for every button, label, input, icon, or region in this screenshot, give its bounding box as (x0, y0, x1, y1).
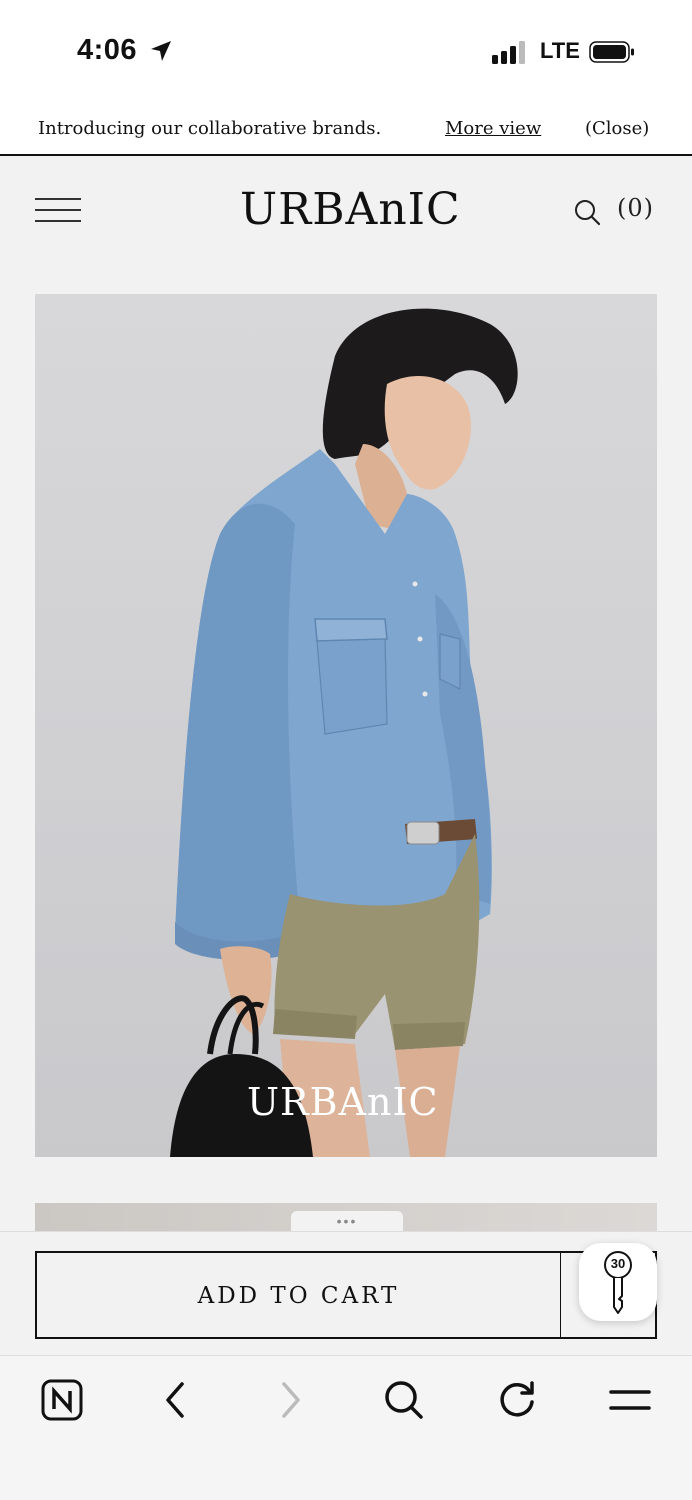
status-time: 4:06 (77, 34, 138, 66)
search-icon[interactable] (382, 1378, 426, 1422)
site-header: URBAnIC (0) (0, 156, 692, 266)
signal-icon (492, 40, 528, 64)
back-icon[interactable] (154, 1378, 198, 1422)
announcement-bar: Introducing our collaborative brands. Mo… (0, 100, 692, 156)
hero-illustration (170, 308, 518, 1157)
hero-product-image[interactable]: URBAnIC (35, 294, 657, 1157)
hero-brand-overlay: URBAnIC (247, 1080, 439, 1124)
drawer-handle-dots: ••• (336, 1213, 358, 1229)
coupon-key-badge[interactable]: 30 (579, 1243, 657, 1321)
cart-count[interactable]: (0) (617, 194, 654, 222)
status-bar: 4:06 LTE (0, 0, 692, 100)
search-icon[interactable] (573, 198, 601, 226)
refresh-icon[interactable] (496, 1378, 540, 1422)
naver-icon[interactable] (40, 1378, 84, 1422)
menu-icon[interactable] (608, 1378, 652, 1422)
browser-toolbar (0, 1355, 692, 1500)
forward-icon[interactable] (268, 1378, 312, 1422)
add-to-cart-label: ADD TO CART (197, 1283, 400, 1309)
key-icon (604, 1251, 632, 1314)
more-view-link[interactable]: More view (445, 118, 541, 139)
brand-logo[interactable]: URBAnIC (240, 184, 461, 235)
hamburger-menu-icon[interactable] (35, 196, 81, 224)
network-label: LTE (540, 38, 580, 63)
coupon-value: 30 (610, 1256, 626, 1271)
add-to-cart-button[interactable]: ADD TO CART (35, 1251, 562, 1339)
battery-icon (589, 41, 634, 63)
location-arrow-icon (151, 41, 171, 61)
close-announcement-button[interactable]: (Close) (585, 118, 649, 139)
announcement-text: Introducing our collaborative brands. (38, 118, 382, 139)
